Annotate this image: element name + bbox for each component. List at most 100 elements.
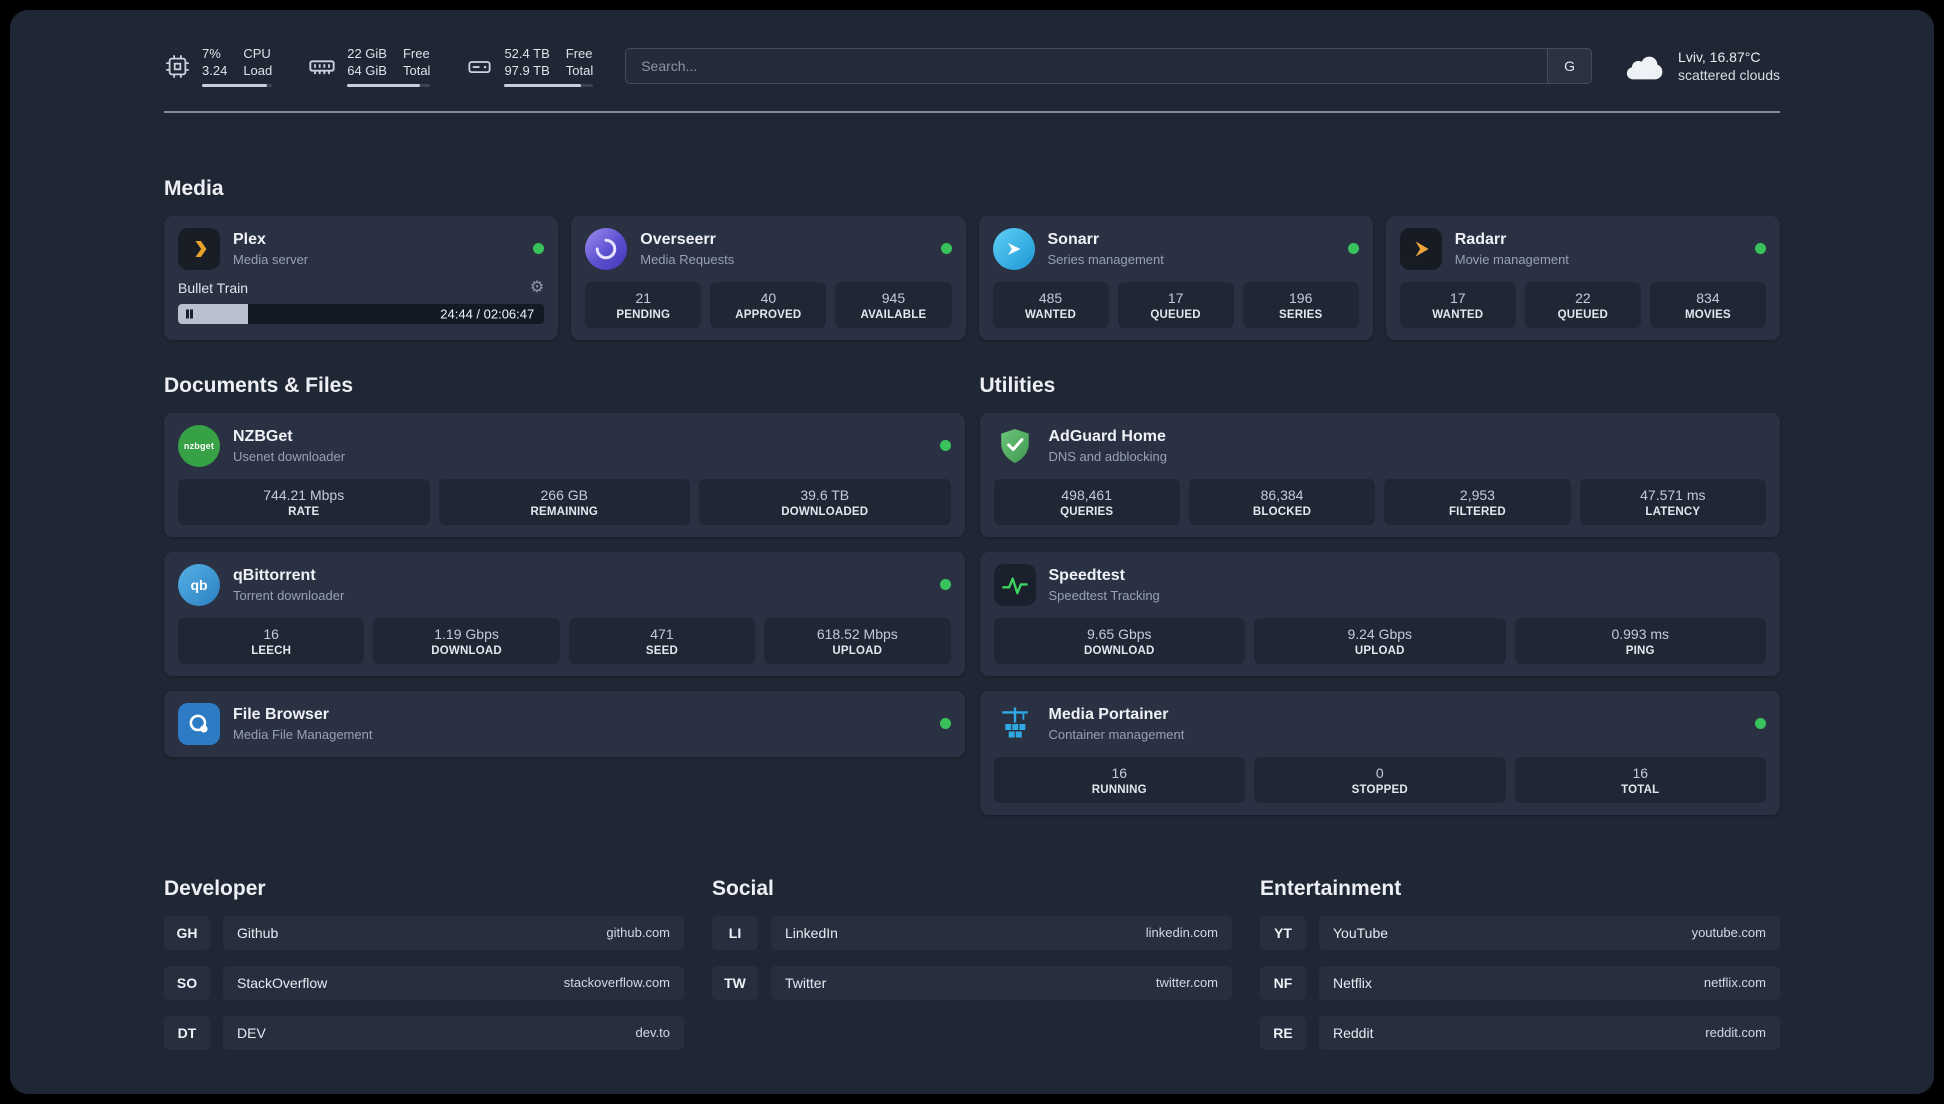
app-card-filebrowser[interactable]: File Browser Media File Management [164, 690, 965, 757]
bookmark-twitter[interactable]: TW Twitter twitter.com [712, 965, 1232, 1000]
bookmarks-developer: Developer GH Github github.com SO StackOv… [164, 877, 684, 1066]
bookmark-stackoverflow[interactable]: SO StackOverflow stackoverflow.com [164, 965, 684, 1000]
bookmark-name: DEV [237, 1024, 266, 1041]
section-title-utilities: Utilities [979, 373, 1056, 397]
cpu-labels: CPU Load [243, 46, 273, 78]
stat-tile: 744.21 Mbps RATE [178, 478, 430, 525]
app-card-adguard[interactable]: AdGuard Home DNS and adblocking 498,461 Q… [979, 412, 1780, 537]
bookmark-name: YouTube [1333, 924, 1389, 941]
bookmark-name: Twitter [785, 974, 827, 991]
memory-values: 22 GiB 64 GiB [347, 46, 387, 80]
now-playing-title: Bullet Train [178, 279, 249, 296]
search-engine-button[interactable]: G [1547, 49, 1592, 84]
header-divider [164, 110, 1780, 113]
stat-tile: 17 QUEUED [1117, 281, 1234, 328]
stat-tile: 0 STOPPED [1254, 756, 1506, 803]
bookmark-url: youtube.com [1691, 925, 1766, 941]
bookmark-reddit[interactable]: RE Reddit reddit.com [1260, 1015, 1780, 1050]
section-title-media: Media [164, 176, 224, 200]
section-title-entertainment: Entertainment [1260, 876, 1402, 900]
bookmark-abbr[interactable]: YT [1260, 915, 1306, 950]
stat-tile: 86,384 BLOCKED [1188, 478, 1376, 525]
weather-widget[interactable]: Lviv, 16.87°C scattered clouds [1624, 48, 1780, 86]
bookmark-netflix[interactable]: NF Netflix netflix.com [1260, 965, 1780, 1000]
status-dot [533, 243, 545, 255]
gear-icon[interactable]: ⚙ [530, 279, 544, 296]
app-desc: Usenet downloader [233, 448, 346, 464]
bookmark-abbr[interactable]: LI [712, 915, 758, 950]
cpu-load-avg: 3.24 [202, 62, 228, 78]
playback-progress-bar[interactable]: 24:44 / 02:06:47 [178, 303, 545, 324]
bookmark-abbr[interactable]: DT [164, 1015, 210, 1050]
disk-free: 52.4 TB [504, 46, 550, 61]
app-name: Radarr [1454, 230, 1507, 248]
section-title-documents: Documents & Files [164, 373, 354, 397]
top-bar: 7% 3.24 CPU Load 22 GiB 64 GiB Free Tota… [164, 10, 1780, 87]
stat-tile: 266 GB REMAINING [438, 478, 690, 525]
bookmark-url: linkedin.com [1145, 925, 1218, 941]
stat-tile: 618.52 Mbps UPLOAD [764, 617, 951, 664]
status-dot [940, 243, 952, 255]
section-documents: Documents & Files nzbget NZBGet Usenet d… [164, 374, 965, 815]
stat-tile: 2,953 FILTERED [1384, 478, 1571, 525]
status-dot [1755, 243, 1766, 255]
bookmark-url: dev.to [635, 1025, 670, 1041]
memory-total: 64 GiB [347, 62, 387, 78]
app-card-plex[interactable]: Plex Media server Bullet Train ⚙ 24:44 /… [164, 215, 559, 340]
pause-icon[interactable] [186, 309, 193, 319]
disk-icon [468, 60, 491, 73]
bookmark-abbr[interactable]: GH [164, 915, 210, 950]
app-card-nzbget[interactable]: nzbget NZBGet Usenet downloader 744.21 M… [164, 412, 965, 537]
app-desc: DNS and adblocking [1048, 448, 1168, 464]
app-card-qbittorrent[interactable]: qb qBittorrent Torrent downloader 16 LEEC… [164, 551, 965, 676]
stat-tile: 498,461 QUERIES [993, 478, 1180, 525]
bookmark-url: reddit.com [1705, 1025, 1766, 1041]
bookmark-name: Reddit [1333, 1024, 1374, 1041]
bookmark-abbr[interactable]: TW [712, 965, 758, 1000]
app-card-sonarr[interactable]: Sonarr Series management 485 WANTED 17 QUE… [978, 215, 1373, 340]
section-utilities: Utilities AdGuard Home DNS and adblockin… [979, 373, 1780, 815]
speedtest-icon [993, 563, 1036, 606]
stat-tile: 0.993 ms PING [1514, 617, 1766, 664]
disk-total: 97.9 TB [504, 62, 550, 78]
cpu-values: 7% 3.24 [202, 46, 227, 80]
section-title-developer: Developer [164, 876, 266, 900]
app-name: qBittorrent [233, 566, 316, 584]
bookmark-youtube[interactable]: YT YouTube youtube.com [1260, 915, 1780, 950]
bookmark-url: stackoverflow.com [563, 975, 670, 991]
app-desc: Series management [1047, 251, 1164, 267]
bookmark-abbr[interactable]: SO [164, 965, 210, 1000]
app-card-overseerr[interactable]: Overseerr Media Requests 21 PENDING 40 APP… [571, 215, 966, 340]
bookmark-name: Github [237, 924, 279, 941]
stat-tile: 16 LEECH [178, 617, 365, 664]
bookmark-url: github.com [606, 925, 670, 941]
app-name: Sonarr [1047, 230, 1100, 248]
bookmarks-entertainment: Entertainment YT YouTube youtube.com NF N… [1260, 877, 1780, 1066]
bookmark-url: netflix.com [1703, 975, 1766, 991]
stat-tile: 17 WANTED [1399, 281, 1516, 328]
bookmark-dev[interactable]: DT DEV dev.to [164, 1015, 684, 1050]
app-name: Overseerr [640, 230, 716, 248]
stat-tile: 834 MOVIES [1649, 281, 1766, 328]
app-card-speedtest[interactable]: Speedtest Speedtest Tracking 9.65 Gbps DO… [979, 551, 1780, 676]
stat-tile: 471 SEED [568, 617, 756, 664]
bookmark-abbr[interactable]: NF [1260, 965, 1306, 1000]
stat-tile: 40 APPROVED [710, 281, 827, 328]
plex-now-playing: Bullet Train ⚙ 24:44 / 02:06:47 [178, 279, 545, 324]
bookmark-github[interactable]: GH Github github.com [164, 915, 684, 950]
bookmark-name: Netflix [1333, 974, 1372, 991]
nzbget-icon: nzbget [178, 424, 220, 467]
weather-condition: scattered clouds [1678, 67, 1780, 84]
status-dot [939, 718, 951, 730]
stat-tile: 9.65 Gbps DOWNLOAD [993, 617, 1245, 664]
weather-location: Lviv, 16.87°C [1678, 48, 1761, 65]
search-input[interactable] [626, 49, 1548, 84]
app-card-portainer[interactable]: Media Portainer Container management 16 R… [979, 690, 1780, 815]
app-card-radarr[interactable]: Radarr Movie management 17 WANTED 22 QUEUE… [1385, 215, 1780, 340]
app-desc: Media server [233, 251, 309, 267]
bookmark-linkedin[interactable]: LI LinkedIn linkedin.com [712, 915, 1232, 950]
bookmark-abbr[interactable]: RE [1260, 1015, 1306, 1050]
status-dot [939, 440, 951, 452]
app-name: Speedtest [1048, 566, 1125, 584]
sonarr-icon [992, 227, 1035, 270]
